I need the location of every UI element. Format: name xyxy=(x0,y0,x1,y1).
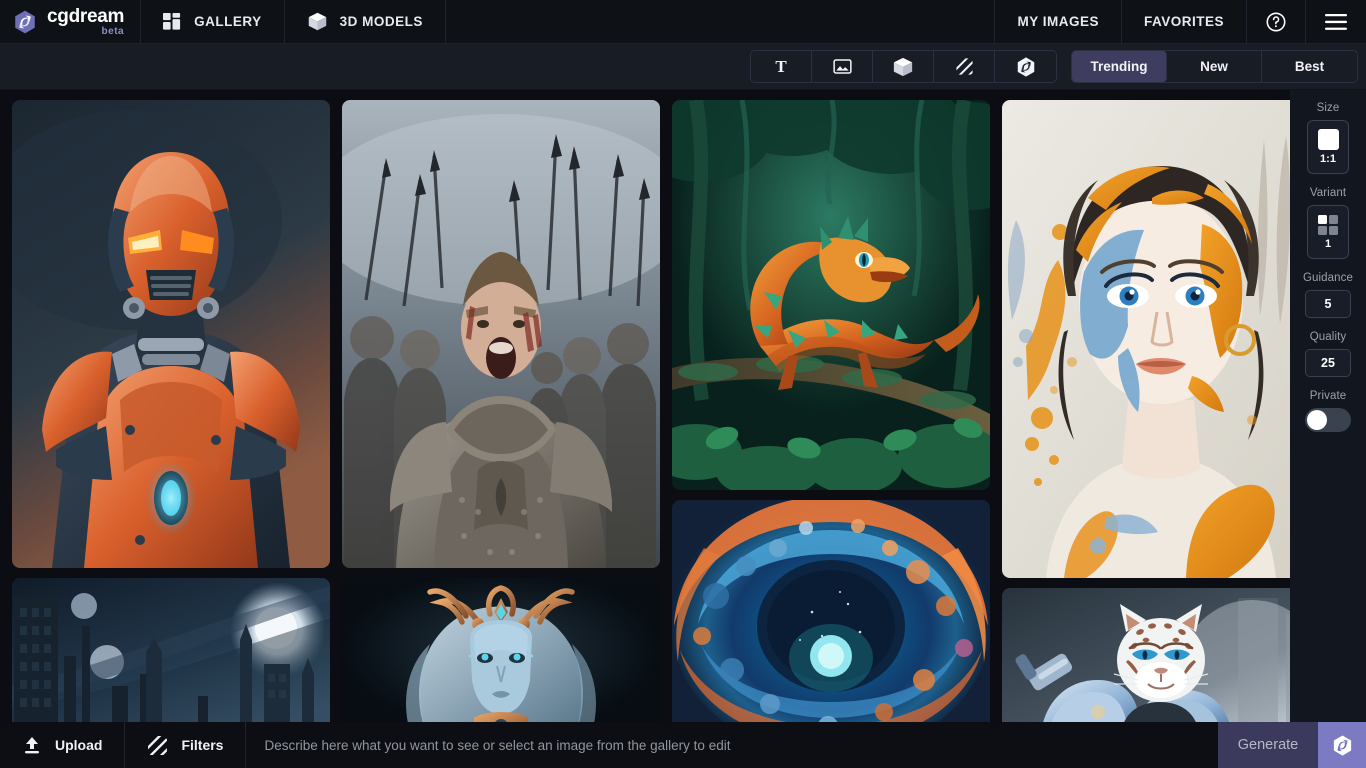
gallery-card-screaming-viking-warrior-army[interactable] xyxy=(342,100,660,568)
upload-arrow-icon xyxy=(22,735,42,755)
guidance-label: Guidance xyxy=(1303,272,1353,284)
filter-text-to-image-button[interactable]: T xyxy=(751,51,812,82)
brand-logo[interactable]: cgdream beta xyxy=(0,0,141,43)
square-ratio-icon xyxy=(1318,129,1339,150)
grid-icon xyxy=(163,12,182,31)
size-label: Size xyxy=(1317,102,1340,114)
variant-label: Variant xyxy=(1310,187,1346,199)
gallery-card-armored-snow-leopard-knight[interactable] xyxy=(1002,588,1290,722)
gallery-card-orange-blue-painted-face-portrait[interactable] xyxy=(1002,100,1290,578)
filters-button-label: Filters xyxy=(181,737,223,753)
type-filter-group: T xyxy=(750,50,1057,83)
gallery-column-3 xyxy=(672,100,990,722)
cgdream-swirl-icon xyxy=(1015,56,1037,78)
bottom-action-bar: Upload Filters Describe here w xyxy=(0,722,1366,768)
private-toggle[interactable] xyxy=(1305,408,1351,432)
size-selector[interactable]: 1:1 xyxy=(1307,120,1349,174)
artwork-blue-skinned-fantasy-queen-antler-crown xyxy=(342,578,660,722)
filters-button[interactable]: Filters xyxy=(125,722,246,768)
tab-new-label: New xyxy=(1200,59,1228,74)
private-label: Private xyxy=(1310,390,1347,402)
private-toggle-knob xyxy=(1307,410,1327,430)
artwork-screaming-viking-warrior-army xyxy=(342,100,660,568)
image-gallery-grid xyxy=(12,100,1290,722)
hamburger-menu-icon xyxy=(1324,13,1348,31)
brand-name: cgdream xyxy=(47,7,124,26)
tab-best-label: Best xyxy=(1295,59,1324,74)
guidance-value-field[interactable]: 5 xyxy=(1305,290,1351,318)
nav-item-3d-models-label: 3D MODELS xyxy=(340,14,423,29)
nav-item-my-images[interactable]: MY IMAGES xyxy=(994,0,1121,43)
four-square-grid-icon xyxy=(1318,215,1338,235)
artwork-ruined-futuristic-city-moons xyxy=(12,578,330,722)
sort-tab-group: Trending New Best xyxy=(1071,50,1358,83)
generate-button-label: Generate xyxy=(1238,737,1298,753)
top-navigation-bar: cgdream beta GALLERY xyxy=(0,0,1366,44)
nav-item-favorites-label: FAVORITES xyxy=(1144,14,1224,29)
cgdream-swirl-icon xyxy=(1331,734,1354,757)
nav-item-my-images-label: MY IMAGES xyxy=(1017,14,1099,29)
nav-item-3d-models[interactable]: 3D MODELS xyxy=(285,0,446,43)
gallery-column-4 xyxy=(1002,100,1290,722)
generate-button[interactable]: Generate xyxy=(1218,722,1318,768)
hamburger-menu-button[interactable] xyxy=(1305,0,1366,43)
question-circle-icon xyxy=(1265,11,1287,33)
generation-settings-panel: Size 1:1 Variant 1 Guidance 5 Quality 25… xyxy=(1290,90,1366,722)
artwork-green-forest-dragon-on-branch xyxy=(672,100,990,490)
quality-label: Quality xyxy=(1310,331,1347,343)
artwork-cosmic-vortex-swirl-painting xyxy=(672,500,990,722)
gallery-column-1 xyxy=(12,100,330,722)
filter-cgdream-button[interactable] xyxy=(995,51,1056,82)
size-value: 1:1 xyxy=(1320,153,1336,165)
cgdream-swirl-logo-icon xyxy=(12,9,38,35)
gallery-card-cosmic-vortex-swirl-painting[interactable] xyxy=(672,500,990,722)
diagonal-stripes-icon xyxy=(147,735,168,756)
tab-best[interactable]: Best xyxy=(1262,51,1357,82)
nav-item-gallery[interactable]: GALLERY xyxy=(141,0,285,43)
prompt-placeholder-text: Describe here what you want to see or se… xyxy=(264,738,730,753)
nav-item-gallery-label: GALLERY xyxy=(194,14,262,29)
generate-icon-button[interactable] xyxy=(1318,722,1366,768)
help-button[interactable] xyxy=(1246,0,1305,43)
main-content-area: Size 1:1 Variant 1 Guidance 5 Quality 25… xyxy=(0,90,1366,722)
quality-value-field[interactable]: 25 xyxy=(1305,349,1351,377)
brand-beta-badge: beta xyxy=(102,27,125,37)
topbar-right-group: MY IMAGES FAVORITES xyxy=(994,0,1366,43)
upload-button[interactable]: Upload xyxy=(0,722,125,768)
variant-selector[interactable]: 1 xyxy=(1307,205,1349,259)
variant-value: 1 xyxy=(1325,238,1331,250)
filter-3d-model-button[interactable] xyxy=(873,51,934,82)
gallery-scroll-region[interactable] xyxy=(0,90,1290,722)
nav-item-favorites[interactable]: FAVORITES xyxy=(1121,0,1246,43)
gallery-filter-bar: T xyxy=(0,44,1366,90)
text-T-icon: T xyxy=(775,57,786,77)
artwork-armored-snow-leopard-knight xyxy=(1002,588,1290,722)
tab-new[interactable]: New xyxy=(1167,51,1262,82)
image-picture-icon xyxy=(833,57,852,76)
gallery-card-ruined-futuristic-city-moons[interactable] xyxy=(12,578,330,722)
prompt-input[interactable]: Describe here what you want to see or se… xyxy=(246,722,1218,768)
artwork-orange-blue-painted-face-portrait xyxy=(1002,100,1290,578)
tab-trending[interactable]: Trending xyxy=(1072,51,1167,82)
gallery-column-2 xyxy=(342,100,660,722)
filter-style-button[interactable] xyxy=(934,51,995,82)
cube-icon xyxy=(892,56,914,78)
artwork-orange-armored-cyborg-warrior xyxy=(12,100,330,568)
filter-image-to-image-button[interactable] xyxy=(812,51,873,82)
gallery-card-orange-armored-cyborg-warrior[interactable] xyxy=(12,100,330,568)
topbar-spacer xyxy=(446,0,995,43)
upload-button-label: Upload xyxy=(55,737,102,753)
gallery-card-blue-skinned-fantasy-queen-antler-crown[interactable] xyxy=(342,578,660,722)
cube-icon xyxy=(307,11,328,32)
gallery-card-green-forest-dragon-on-branch[interactable] xyxy=(672,100,990,490)
diagonal-stripes-icon xyxy=(955,57,974,76)
tab-trending-label: Trending xyxy=(1091,59,1148,74)
